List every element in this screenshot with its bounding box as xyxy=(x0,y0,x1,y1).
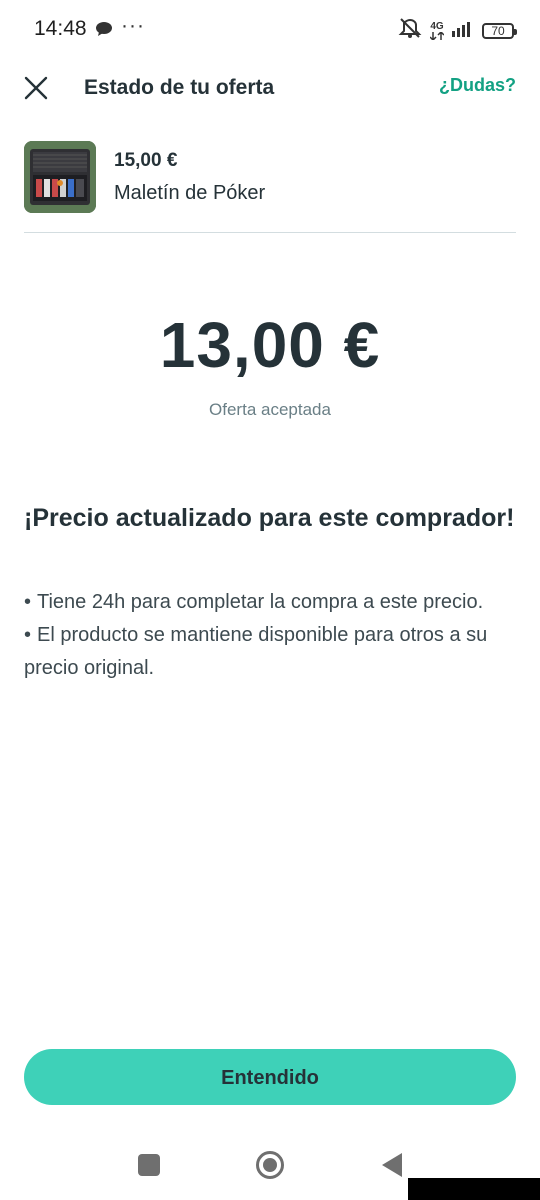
page-title: Estado de tu oferta xyxy=(84,76,275,99)
info-bullet-text: El producto se mantiene disponible para … xyxy=(24,624,488,679)
info-bullet-text: Tiene 24h para completar la compra a est… xyxy=(37,591,484,613)
info-title: ¡Precio actualizado para este comprador! xyxy=(24,504,515,532)
status-more-dots: ··· xyxy=(121,14,145,37)
info-bullet: • El producto se mantiene disponible para… xyxy=(24,624,488,679)
divider xyxy=(24,232,516,233)
header: Estado de tu oferta ¿Dudas? xyxy=(0,58,540,118)
close-icon[interactable] xyxy=(20,72,52,104)
status-bar: 14:48 ··· 4G 70 xyxy=(0,0,540,58)
status-time: 14:48 xyxy=(34,17,87,40)
help-link[interactable]: ¿Dudas? xyxy=(439,75,516,96)
offer-status: Oferta aceptada xyxy=(209,400,331,419)
product-name: Maletín de Póker xyxy=(114,182,266,204)
recents-icon[interactable] xyxy=(138,1154,160,1176)
back-icon[interactable] xyxy=(380,1152,404,1178)
status-indicators: 4G 70 xyxy=(398,17,517,44)
network-label: 4G xyxy=(430,20,444,32)
offer-amount: 13,00 € xyxy=(159,309,381,381)
system-nav-bar xyxy=(0,1130,540,1200)
info-bullet: • Tiene 24h para completar la compra a es… xyxy=(24,591,484,613)
mute-icon xyxy=(398,17,422,44)
network-indicator: 4G xyxy=(430,20,444,40)
battery-icon: 70 xyxy=(482,22,517,39)
signal-icon xyxy=(452,19,474,42)
product-price: 15,00 € xyxy=(114,150,178,171)
info-list: • Tiene 24h para completar la compra a es… xyxy=(24,586,516,685)
nav-corner-overlay xyxy=(408,1178,540,1200)
chat-bubble-icon xyxy=(95,21,113,37)
understood-button[interactable]: Entendido xyxy=(24,1049,516,1105)
product-summary[interactable]: 15,00 € Maletín de Póker xyxy=(24,140,516,214)
product-thumbnail xyxy=(24,141,96,213)
home-icon[interactable] xyxy=(255,1150,285,1180)
